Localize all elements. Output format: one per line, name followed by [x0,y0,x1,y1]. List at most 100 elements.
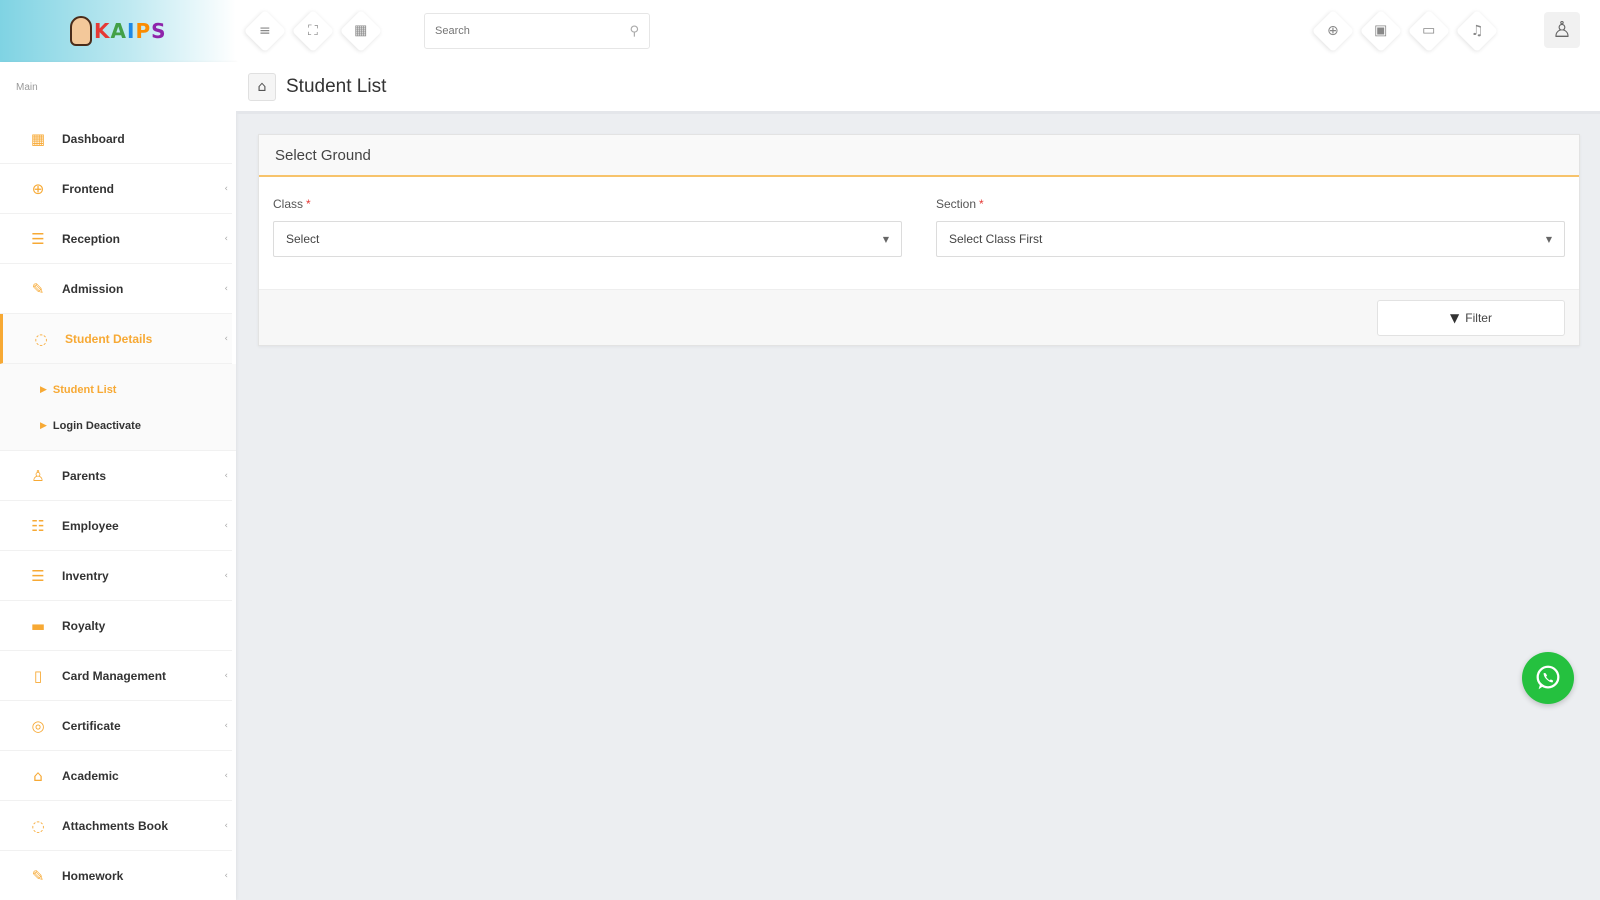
chat-icon: ▭ [1422,22,1436,39]
sidebar-item-frontend[interactable]: ⊕ Frontend ‹ [0,164,232,214]
section-select[interactable]: Select Class First ▼ [936,221,1565,257]
menu-icon: ≡ [259,22,271,39]
menu-toggle-button[interactable]: ≡ [243,9,287,53]
sidebar-item-label: Certificate [62,718,121,733]
search-input[interactable] [435,25,630,37]
logo[interactable]: KAIPS [70,16,167,46]
chevron-down-icon: ‹ [224,333,228,344]
notifications-button[interactable]: ♫ [1455,9,1499,53]
sidebar-item-academic[interactable]: ⌂ Academic ‹ [0,751,232,801]
section-field: Section * Select Class First ▼ [936,197,1565,289]
sidebar-item-label: Student Details [65,331,153,346]
sidebar-heading: Main [16,82,38,93]
parent-icon: ♙ [31,466,45,485]
student-icon: ◌ [34,329,48,348]
logo-mascot [70,16,92,46]
sidebar-item-student-details[interactable]: ◌ Student Details ‹ [0,314,232,364]
bell-icon: ♫ [1470,23,1484,39]
card-icon: ▯ [33,666,43,685]
class-select[interactable]: Select ▼ [273,221,902,257]
chevron-down-icon: ‹ [224,570,228,581]
caret-right-icon: ▶ [40,421,47,431]
grid-icon: ▦ [354,22,368,39]
edit-icon: ✎ [31,279,45,298]
right-toolbar: ⊕ ▣ ▭ ♫ [1311,9,1499,53]
sidebar-item-royalty[interactable]: ▬ Royalty [0,601,232,651]
top-bar: KAIPS ≡ ⛶ ▦ ⚲ ⊕ ▣ ▭ ♫ ♙ [0,0,1600,62]
sidebar-item-label: Reception [62,231,121,246]
sidebar-item-label: Frontend [62,181,114,196]
submenu-item-login-deactivate[interactable]: ▶ Login Deactivate [0,408,236,444]
sidebar-item-homework[interactable]: ✎ Homework ‹ [0,851,232,900]
student-details-submenu: ▶ Student List ▶ Login Deactivate [0,364,236,451]
sidebar-item-parents[interactable]: ♙ Parents ‹ [0,451,232,501]
fullscreen-button[interactable]: ⛶ [291,9,335,53]
academic-icon: ⌂ [33,766,43,785]
whatsapp-icon [1536,665,1560,690]
certificate-icon: ◎ [31,716,45,735]
globe-icon: ⊕ [1327,22,1339,39]
chevron-down-icon: ‹ [224,233,228,244]
sidebar-item-label: Homework [62,868,124,883]
left-toolbar: ≡ ⛶ ▦ [243,9,383,53]
chevron-down-icon: ‹ [224,820,228,831]
chevron-down-icon: ‹ [224,183,228,194]
class-field: Class * Select ▼ [273,197,902,289]
sidebar-item-dashboard[interactable]: ▦ Dashboard [0,114,232,164]
sidebar-item-certificate[interactable]: ◎ Certificate ‹ [0,701,232,751]
logo-text: KAIPS [94,19,167,43]
sidebar-item-label: Employee [62,518,119,533]
sidebar-item-attachments-book[interactable]: ◌ Attachments Book ‹ [0,801,232,851]
whatsapp-button[interactable] [1522,652,1574,704]
search-icon[interactable]: ⚲ [629,24,639,39]
royalty-icon: ▬ [30,616,46,635]
language-button[interactable]: ⊕ [1311,9,1355,53]
sidebar-item-label: Card Management [62,668,167,683]
user-avatar[interactable]: ♙ [1544,12,1580,48]
chevron-down-icon: ‹ [224,770,228,781]
select-ground-panel: Select Ground Class * Select ▼ Section * S… [258,134,1580,346]
filter-button[interactable]: ▼ Filter [1377,299,1565,336]
messages-button[interactable]: ▭ [1407,9,1451,53]
chevron-down-icon: ‹ [224,670,228,681]
user-icon: ♙ [1552,17,1572,43]
sidebar-item-reception[interactable]: ☰ Reception ‹ [0,214,232,264]
class-select-value: Select [286,232,320,246]
brand-area: KAIPS [0,0,236,62]
sidebar-item-employee[interactable]: ☷ Employee ‹ [0,501,232,551]
reception-icon: ☰ [31,229,45,248]
chevron-down-icon: ‹ [224,870,228,881]
sidebar-item-admission[interactable]: ✎ Admission ‹ [0,264,232,314]
panel-title: Select Ground [259,135,1579,177]
sidebar: Main ▦ Dashboard ⊕ Frontend ‹ ☰ Receptio… [0,62,236,900]
filter-button-label: Filter [1465,310,1492,325]
calendar-button[interactable]: ▣ [1359,9,1403,53]
sidebar-item-label: Attachments Book [62,818,169,833]
chevron-down-icon: ‹ [224,520,228,531]
submenu-item-label: Student List [52,384,117,396]
submenu-item-label: Login Deactivate [52,420,141,432]
sidebar-item-inventry[interactable]: ☰ Inventry ‹ [0,551,232,601]
globe-icon: ⊕ [31,179,45,198]
section-select-value: Select Class First [949,232,1043,246]
caret-down-icon: ▼ [1545,234,1552,244]
breadcrumb: ⌂ Student List [236,62,1600,114]
inventory-icon: ☰ [31,566,45,585]
panel-footer: ▼ Filter [259,289,1579,345]
homework-icon: ✎ [31,866,45,885]
sidebar-item-label: Academic [62,768,119,783]
home-button[interactable]: ⌂ [248,72,276,101]
required-mark: * [306,197,311,211]
attachment-icon: ◌ [31,816,45,835]
chevron-down-icon: ‹ [224,470,228,481]
calendar-icon: ▣ [1374,22,1388,39]
sidebar-item-card-management[interactable]: ▯ Card Management ‹ [0,651,232,701]
home-icon: ⌂ [257,78,267,95]
apps-button[interactable]: ▦ [339,9,383,53]
required-mark: * [979,197,984,211]
panel-body: Class * Select ▼ Section * Select Class Fi… [259,177,1579,289]
submenu-item-student-list[interactable]: ▶ Student List [0,372,236,408]
sidebar-item-label: Royalty [62,618,106,633]
class-label: Class * [273,197,311,211]
caret-down-icon: ▼ [882,234,889,244]
